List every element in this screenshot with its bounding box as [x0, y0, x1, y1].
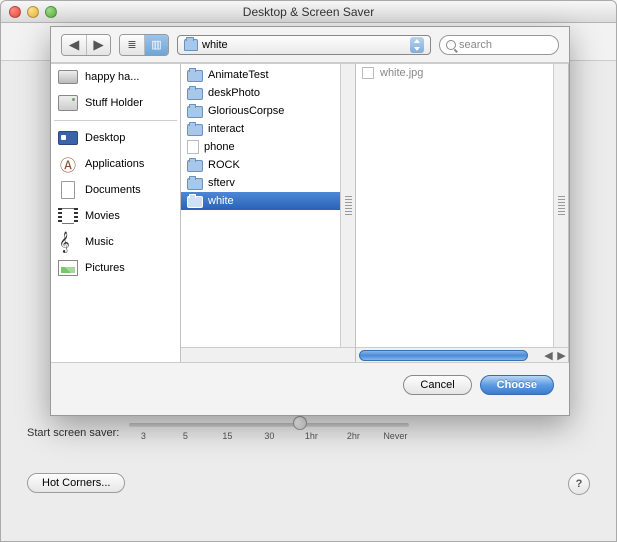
- minimize-icon[interactable]: [27, 6, 39, 18]
- disk-icon: [58, 70, 78, 84]
- sidebar-item[interactable]: Stuff Holder: [51, 90, 180, 116]
- column-2: AnimateTest▶deskPhoto▶GloriousCorpse▶int…: [181, 64, 356, 362]
- sidebar-item-label: Music: [85, 236, 114, 248]
- folder-icon: [187, 106, 203, 118]
- search-placeholder: search: [459, 39, 492, 51]
- sidebar-item[interactable]: happy ha...: [51, 64, 180, 90]
- chooser-toolbar: ◀ ▶ ≣ ▥ white search: [51, 27, 569, 63]
- path-popup[interactable]: white: [177, 35, 431, 55]
- column-item[interactable]: AnimateTest▶: [181, 66, 355, 84]
- search-input[interactable]: search: [439, 35, 559, 55]
- column-item[interactable]: deskPhoto▶: [181, 84, 355, 102]
- movies-icon: [58, 208, 78, 224]
- column-item[interactable]: ROCK▶: [181, 156, 355, 174]
- tick-label: 5: [171, 431, 199, 441]
- folder-icon: [187, 70, 203, 82]
- sidebar-item-label: Desktop: [85, 132, 125, 144]
- column-resize-handle[interactable]: [553, 64, 568, 347]
- column-item[interactable]: white.jpg: [356, 64, 568, 82]
- folder-icon: [187, 196, 203, 208]
- column-item[interactable]: phone: [181, 138, 355, 156]
- chooser-sidebar: happy ha... Stuff Holder Desktop Ⓐ Applicat…: [51, 64, 181, 362]
- column-item-label: white: [208, 193, 234, 209]
- scroll-right-icon[interactable]: ▶: [555, 349, 568, 362]
- slider-thumb-icon[interactable]: [293, 416, 307, 430]
- sidebar-item[interactable]: 𝄞 Music: [51, 229, 180, 255]
- tick-label: 3: [129, 431, 157, 441]
- sidebar-item-label: happy ha...: [85, 71, 139, 83]
- sidebar-item[interactable]: Pictures: [51, 255, 180, 281]
- sidebar-item-label: Stuff Holder: [85, 97, 143, 109]
- path-label: white: [202, 39, 228, 51]
- tick-label: 1hr: [297, 431, 325, 441]
- sidebar-item-label: Movies: [85, 210, 120, 222]
- cancel-button[interactable]: Cancel: [403, 375, 471, 395]
- folder-icon: [187, 160, 203, 172]
- sidebar-item[interactable]: Desktop: [51, 125, 180, 151]
- applications-icon: Ⓐ: [60, 152, 76, 176]
- sidebar-item-label: Documents: [85, 184, 141, 196]
- folder-icon: [187, 178, 203, 190]
- start-delay-slider[interactable]: 3 5 15 30 1hr 2hr Never: [129, 417, 409, 449]
- scroll-left-icon[interactable]: ◀: [542, 349, 555, 362]
- column-view-button[interactable]: ▥: [144, 35, 168, 55]
- folder-icon: [187, 88, 203, 100]
- zoom-icon[interactable]: [45, 6, 57, 18]
- column-item-label: ROCK: [208, 157, 240, 173]
- sidebar-item[interactable]: Movies: [51, 203, 180, 229]
- window-title: Desktop & Screen Saver: [1, 5, 616, 19]
- tick-label: 2hr: [339, 431, 367, 441]
- tick-label: 30: [255, 431, 283, 441]
- column-item-label: deskPhoto: [208, 85, 260, 101]
- file-chooser-sheet: ◀ ▶ ≣ ▥ white search happy ha... Stuff Ho…: [50, 26, 570, 416]
- column-item-label: phone: [204, 139, 235, 155]
- pictures-icon: [58, 260, 78, 276]
- slider-label: Start screen saver:: [27, 427, 119, 439]
- desktop-icon: [58, 131, 78, 145]
- choose-button[interactable]: Choose: [480, 375, 554, 395]
- help-button[interactable]: ?: [568, 473, 590, 495]
- hot-corners-button[interactable]: Hot Corners...: [27, 473, 125, 493]
- popup-arrows-icon: [410, 37, 424, 53]
- tick-label: 15: [213, 431, 241, 441]
- scroll-thumb[interactable]: [359, 350, 528, 361]
- tick-label: Never: [381, 431, 409, 441]
- column-item-label: interact: [208, 121, 244, 137]
- list-view-button[interactable]: ≣: [120, 35, 144, 55]
- column-item-label: sfterv: [208, 175, 235, 191]
- column-scrollbar[interactable]: [181, 347, 355, 362]
- column-item[interactable]: interact▶: [181, 120, 355, 138]
- sidebar-item[interactable]: Ⓐ Applications: [51, 151, 180, 177]
- back-button[interactable]: ◀: [62, 35, 86, 55]
- column-item-label: white.jpg: [380, 67, 423, 79]
- file-checkbox[interactable]: [362, 67, 374, 79]
- music-icon: 𝄞: [59, 233, 77, 251]
- sidebar-separator: [54, 120, 177, 121]
- search-icon: [446, 40, 456, 50]
- titlebar: Desktop & Screen Saver: [1, 1, 616, 23]
- column-item[interactable]: GloriousCorpse▶: [181, 102, 355, 120]
- column-scrollbar[interactable]: ◀ ▶: [356, 347, 568, 362]
- sidebar-item-label: Pictures: [85, 262, 125, 274]
- documents-icon: [61, 181, 75, 199]
- column-item-label: GloriousCorpse: [208, 103, 284, 119]
- sidebar-item[interactable]: Documents: [51, 177, 180, 203]
- column-resize-handle[interactable]: [340, 64, 355, 347]
- column-item[interactable]: sfterv▶: [181, 174, 355, 192]
- hard-drive-icon: [58, 95, 78, 111]
- folder-icon: [187, 124, 203, 136]
- sidebar-item-label: Applications: [85, 158, 144, 170]
- forward-button[interactable]: ▶: [86, 35, 110, 55]
- column-item-label: AnimateTest: [208, 67, 269, 83]
- folder-icon: [184, 39, 198, 51]
- column-3: white.jpg ◀ ▶: [356, 64, 569, 362]
- document-icon: [187, 140, 199, 154]
- close-icon[interactable]: [9, 6, 21, 18]
- column-item[interactable]: white▶: [181, 192, 355, 210]
